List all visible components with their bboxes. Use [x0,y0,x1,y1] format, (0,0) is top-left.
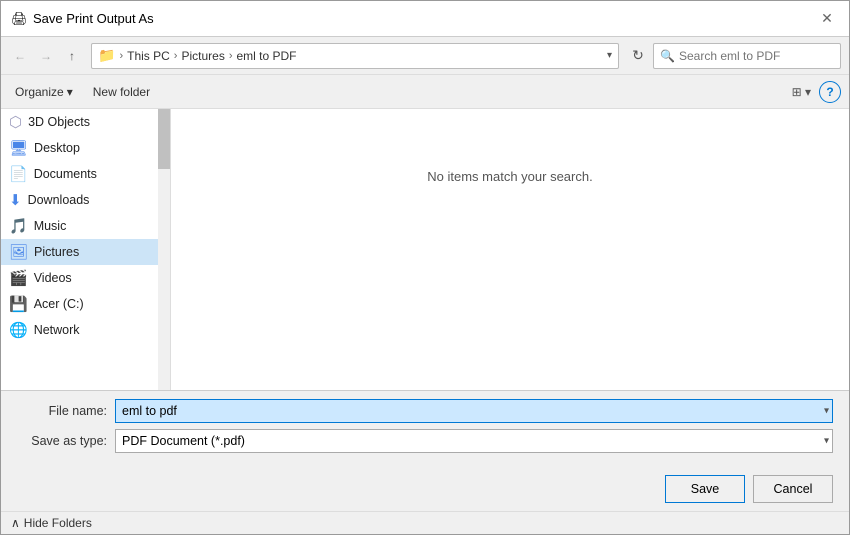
search-bar[interactable]: 🔍 [653,43,841,69]
sidebar-item-label: 3D Objects [28,115,90,129]
breadcrumb-folder-icon: 📁 [98,47,115,64]
sidebar: ▲ ⬡ 3D Objects 🖥 Desktop 📄 Documents ⬇ D… [1,109,171,390]
close-button[interactable]: ✕ [815,7,839,31]
hide-folders-bar[interactable]: ∧ Hide Folders [1,511,849,534]
desktop-icon: 🖥 [9,139,28,157]
view-button[interactable]: ⊞ ▾ [788,83,815,101]
view-icon: ⊞ [792,85,802,99]
savetype-row: Save as type: ▾ [17,429,833,453]
scrollbar-thumb[interactable] [158,109,170,169]
content-area: No items match your search. [171,109,849,390]
breadcrumb-pictures[interactable]: Pictures [181,49,224,63]
savetype-input [115,429,833,453]
sidebar-item-label: Acer (C:) [34,297,84,311]
organize-button[interactable]: Organize ▾ [9,82,79,102]
acer-c-icon: 💾 [9,295,28,313]
save-button[interactable]: Save [665,475,745,503]
refresh-button[interactable]: ↻ [627,45,649,67]
save-dialog: 🖨 Save Print Output As ✕ ← → ↑ 📁 › This … [0,0,850,535]
nav-bar: ← → ↑ 📁 › This PC › Pictures › eml to PD… [1,37,849,75]
sidebar-item-acer-c[interactable]: 💾 Acer (C:) [1,291,170,317]
hide-folders-label: Hide Folders [24,516,92,530]
forward-button[interactable]: → [35,45,57,67]
toolbar-right: ⊞ ▾ ? [788,81,841,103]
scrollbar-track[interactable] [158,109,170,390]
up-button[interactable]: ↑ [61,45,83,67]
search-icon: 🔍 [660,49,675,63]
filename-input[interactable] [115,399,833,423]
breadcrumb-this-pc[interactable]: This PC [127,49,170,63]
network-icon: 🌐 [9,321,28,339]
search-input[interactable] [679,49,834,63]
music-icon: 🎵 [9,217,28,235]
new-folder-button[interactable]: New folder [87,82,156,102]
downloads-icon: ⬇ [9,191,22,209]
sidebar-item-desktop[interactable]: 🖥 Desktop [1,135,170,161]
view-dropdown-icon: ▾ [805,85,811,99]
sidebar-item-videos[interactable]: 🎬 Videos [1,265,170,291]
empty-message: No items match your search. [427,169,592,184]
new-folder-label: New folder [93,85,150,99]
breadcrumb-dropdown-arrow[interactable]: ▾ [607,50,612,61]
toolbar: Organize ▾ New folder ⊞ ▾ ? [1,75,849,109]
videos-icon: 🎬 [9,269,28,287]
pictures-icon: 🖼 [9,243,28,261]
hide-folders-icon: ∧ [11,516,20,530]
sidebar-item-label: Pictures [34,245,79,259]
sidebar-item-downloads[interactable]: ⬇ Downloads [1,187,170,213]
filename-wrapper: ▾ [115,399,833,423]
3d-objects-icon: ⬡ [9,113,22,131]
sidebar-item-pictures[interactable]: 🖼 Pictures [1,239,170,265]
dialog-icon: 🖨 [11,11,27,27]
savetype-label: Save as type: [17,434,107,448]
sidebar-item-network[interactable]: 🌐 Network [1,317,170,343]
breadcrumb-eml-to-pdf[interactable]: eml to PDF [237,49,297,63]
back-button[interactable]: ← [9,45,31,67]
dialog-title: Save Print Output As [33,11,815,26]
main-area: ▲ ⬡ 3D Objects 🖥 Desktop 📄 Documents ⬇ D… [1,109,849,390]
filename-label: File name: [17,404,107,418]
sidebar-item-label: Network [34,323,80,337]
sidebar-item-3d-objects[interactable]: ⬡ 3D Objects [1,109,170,135]
sidebar-item-label: Videos [34,271,72,285]
organize-dropdown-icon: ▾ [67,85,73,99]
dialog-buttons: Save Cancel [1,467,849,511]
sidebar-item-label: Documents [34,167,97,181]
organize-label: Organize [15,85,64,99]
sidebar-item-label: Music [34,219,67,233]
bottom-panel: File name: ▾ Save as type: ▾ [1,390,849,467]
filename-row: File name: ▾ [17,399,833,423]
documents-icon: 📄 [9,165,28,183]
sidebar-item-label: Downloads [28,193,90,207]
sidebar-item-label: Desktop [34,141,80,155]
cancel-button[interactable]: Cancel [753,475,833,503]
breadcrumb-bar[interactable]: 📁 › This PC › Pictures › eml to PDF ▾ [91,43,619,69]
help-button[interactable]: ? [819,81,841,103]
savetype-wrapper: ▾ [115,429,833,453]
sidebar-item-documents[interactable]: 📄 Documents [1,161,170,187]
sidebar-item-music[interactable]: 🎵 Music [1,213,170,239]
title-bar: 🖨 Save Print Output As ✕ [1,1,849,37]
